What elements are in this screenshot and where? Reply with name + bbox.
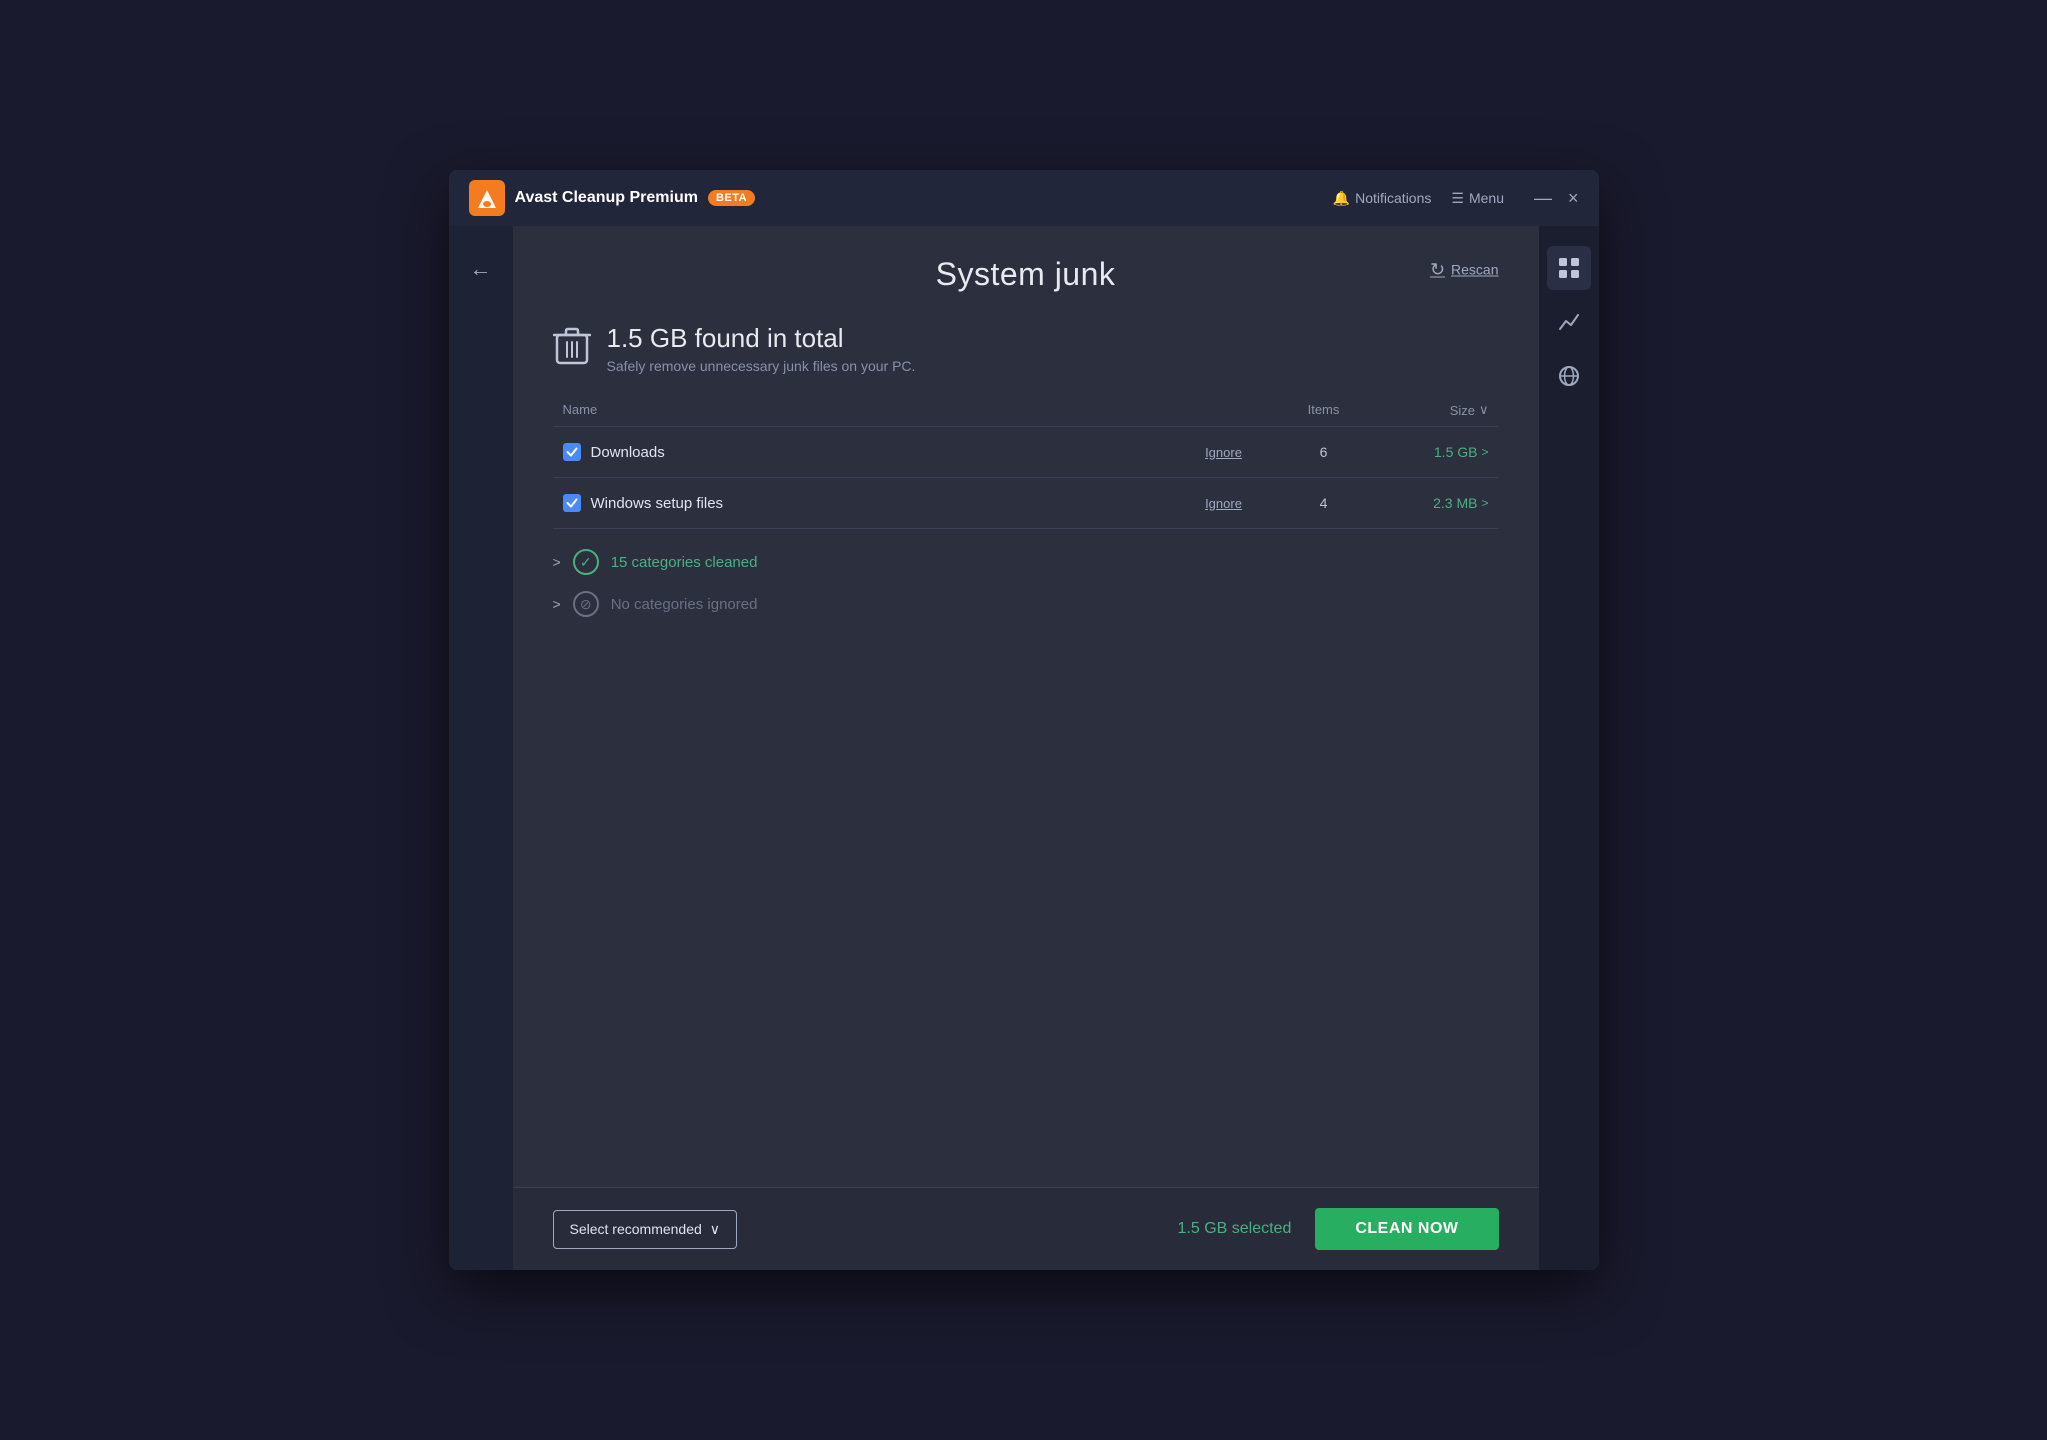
- close-button[interactable]: ×: [1568, 189, 1579, 207]
- title-bar-left: Avast Cleanup Premium BETA: [469, 180, 756, 216]
- globe-view-button[interactable]: [1547, 354, 1591, 398]
- row-size-arrow-icon: >: [1481, 445, 1488, 459]
- window-controls: — ×: [1534, 189, 1579, 207]
- menu-button[interactable]: ☰ Menu: [1451, 190, 1504, 207]
- col-ignore-header: [1159, 402, 1289, 418]
- title-bar-right: 🔔 Notifications ☰ Menu — ×: [1333, 189, 1579, 207]
- summary-subtitle: Safely remove unnecessary junk files on …: [607, 358, 916, 374]
- row-count: 4: [1289, 495, 1359, 511]
- avast-logo-icon: [469, 180, 505, 216]
- right-icon-panel: [1539, 226, 1599, 1270]
- table-row: Downloads Ignore 6 1.5 GB >: [553, 427, 1499, 478]
- chevron-right-icon: >: [553, 554, 561, 570]
- table-header: Name Items Size ∨: [553, 394, 1499, 427]
- select-recommended-button[interactable]: Select recommended ∨: [553, 1210, 738, 1249]
- table-row: Windows setup files Ignore 4 2.3 MB >: [553, 478, 1499, 529]
- select-recommended-label: Select recommended: [570, 1221, 702, 1237]
- categories-ignored-item[interactable]: > ⊘ No categories ignored: [553, 591, 1499, 617]
- col-items-header: Items: [1289, 402, 1359, 418]
- windows-setup files-checkbox[interactable]: [563, 494, 581, 512]
- rescan-label: Rescan: [1451, 262, 1498, 278]
- notifications-button[interactable]: 🔔 Notifications: [1333, 190, 1432, 207]
- col-size-label: Size: [1450, 403, 1475, 418]
- row-size-arrow-icon: >: [1481, 496, 1488, 510]
- bell-icon: 🔔: [1333, 190, 1350, 207]
- notifications-label: Notifications: [1355, 190, 1431, 206]
- grid-icon: [1558, 257, 1580, 279]
- grid-view-button[interactable]: [1547, 246, 1591, 290]
- categories-cleaned-item[interactable]: > ✓ 15 categories cleaned: [553, 549, 1499, 575]
- row-size-value: 1.5 GB: [1434, 444, 1478, 460]
- row-size-value: 2.3 MB: [1433, 495, 1477, 511]
- title-bar: Avast Cleanup Premium BETA 🔔 Notificatio…: [449, 170, 1599, 226]
- clean-now-button[interactable]: CLEAN NOW: [1315, 1208, 1498, 1250]
- categories-cleaned-label: 15 categories cleaned: [611, 554, 758, 571]
- row-size[interactable]: 2.3 MB >: [1359, 495, 1489, 511]
- chart-view-button[interactable]: [1547, 300, 1591, 344]
- ignore-button[interactable]: Ignore: [1159, 445, 1289, 460]
- summary-section: 1.5 GB found in total Safely remove unne…: [513, 313, 1539, 394]
- minimize-button[interactable]: —: [1534, 189, 1552, 207]
- selected-info-label: 1.5 GB selected: [1178, 1220, 1292, 1238]
- menu-icon: ☰: [1451, 190, 1464, 207]
- page-title: System junk: [936, 256, 1116, 293]
- row-size[interactable]: 1.5 GB >: [1359, 444, 1489, 460]
- dropdown-chevron-icon: ∨: [710, 1221, 720, 1238]
- summary-text: 1.5 GB found in total Safely remove unne…: [607, 323, 916, 374]
- left-sidebar: ←: [449, 226, 513, 1270]
- ignored-dash-icon: ⊘: [573, 591, 599, 617]
- ignore-button[interactable]: Ignore: [1159, 496, 1289, 511]
- rescan-button[interactable]: ↻ Rescan: [1430, 259, 1499, 280]
- app-title: Avast Cleanup Premium: [515, 189, 698, 207]
- back-button[interactable]: ←: [470, 256, 492, 282]
- chart-icon: [1558, 311, 1580, 333]
- categories-ignored-label: No categories ignored: [611, 596, 758, 613]
- globe-icon: [1558, 365, 1580, 387]
- cleaned-check-icon: ✓: [573, 549, 599, 575]
- row-count: 6: [1289, 444, 1359, 460]
- row-name-label: Windows setup files: [591, 495, 724, 512]
- downloads-checkbox[interactable]: [563, 443, 581, 461]
- row-name-cell: Windows setup files: [563, 494, 1159, 512]
- sort-chevron-icon: ∨: [1479, 402, 1489, 418]
- categories-section: > ✓ 15 categories cleaned > ⊘ No categor…: [513, 529, 1539, 637]
- col-name-header: Name: [563, 402, 1159, 418]
- table-section: Name Items Size ∨: [513, 394, 1539, 529]
- rescan-icon: ↻: [1430, 259, 1445, 280]
- footer: Select recommended ∨ 1.5 GB selected CLE…: [513, 1187, 1539, 1270]
- content-area: System junk ↻ Rescan: [513, 226, 1539, 1270]
- row-name-label: Downloads: [591, 444, 665, 461]
- row-name-cell: Downloads: [563, 443, 1159, 461]
- menu-label: Menu: [1469, 190, 1504, 206]
- found-total-label: 1.5 GB found in total: [607, 323, 916, 354]
- page-header: System junk ↻ Rescan: [513, 226, 1539, 313]
- trash-icon: [553, 325, 591, 374]
- content-spacer: [513, 637, 1539, 1187]
- chevron-right-2-icon: >: [553, 596, 561, 612]
- beta-badge: BETA: [708, 190, 755, 206]
- col-size-sort[interactable]: Size ∨: [1359, 402, 1489, 418]
